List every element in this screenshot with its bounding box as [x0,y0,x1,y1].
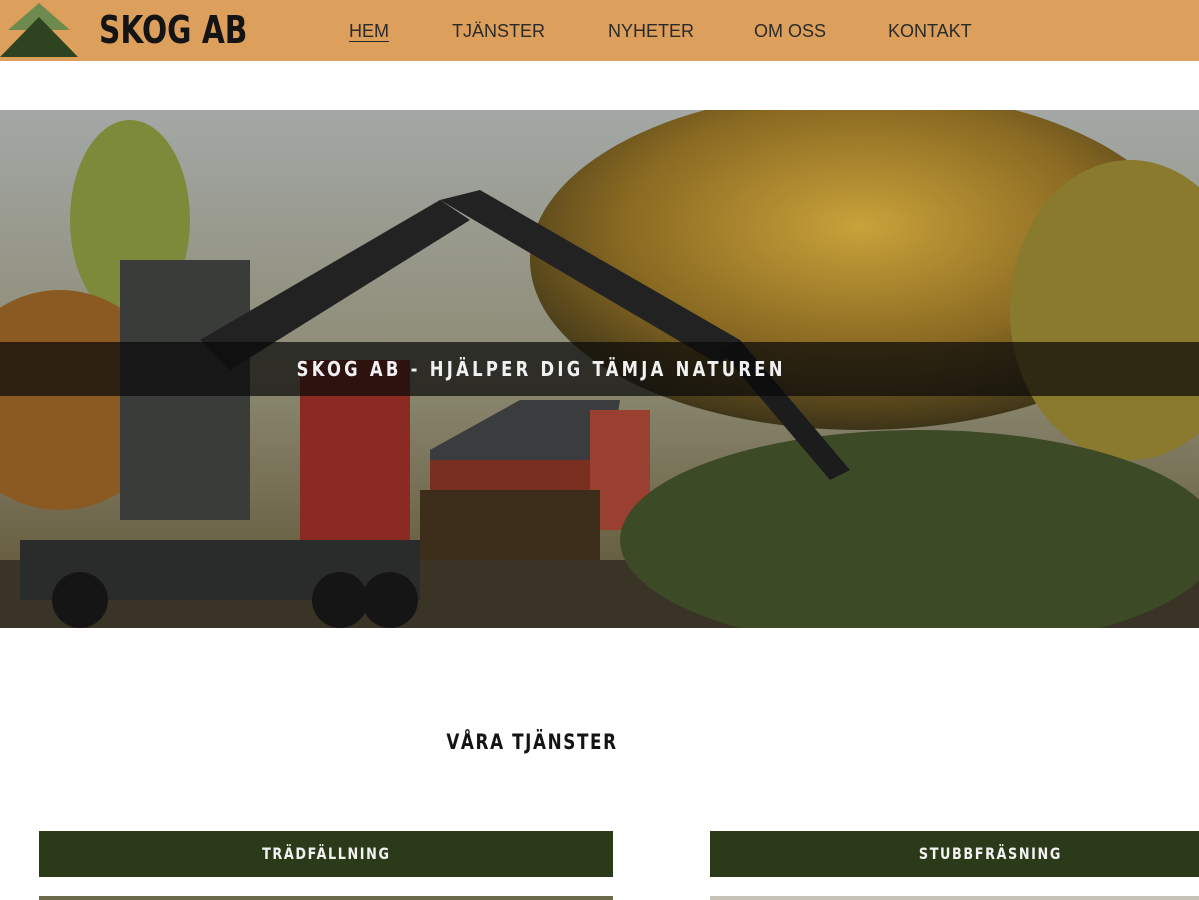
nav-link-kontakt[interactable]: KONTAKT [888,18,972,44]
pine-tree-logo-icon[interactable] [0,3,78,57]
services-heading: VÅRA TJÄNSTER [446,730,618,754]
service-card-label: TRÄDFÄLLNING [261,844,391,863]
site-header: SKOG AB HEM TJÄNSTER NYHETER OM OSS KONT… [0,0,1199,61]
nav-link-nyheter[interactable]: NYHETER [608,18,694,44]
hero-title: SKOG AB - HJÄLPER DIG TÄMJA NATUREN [296,357,786,381]
service-card-label: STUBBFRÄSNING [918,844,1062,863]
brand-logo-text[interactable]: SKOG AB [99,8,247,52]
nav-link-tjanster[interactable]: TJÄNSTER [452,18,545,44]
service-card-stubbfrasning[interactable]: STUBBFRÄSNING [710,831,1199,877]
service-card-image [39,896,613,900]
service-card-image [710,896,1199,900]
nav-link-om-oss[interactable]: OM OSS [754,18,826,44]
service-card-tradfallning[interactable]: TRÄDFÄLLNING [39,831,613,877]
hero-banner: SKOG AB - HJÄLPER DIG TÄMJA NATUREN [0,110,1199,628]
nav-link-hem[interactable]: HEM [349,18,389,44]
